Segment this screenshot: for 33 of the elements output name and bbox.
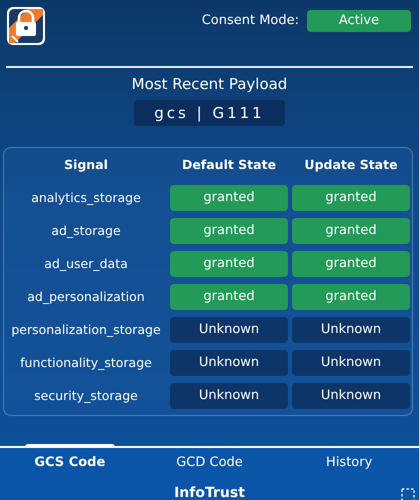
column-header: Default State — [180, 156, 278, 174]
state-cell: Unknown — [170, 317, 288, 343]
state-cell: Unknown — [292, 350, 410, 376]
signal-name: security_storage — [33, 386, 139, 405]
brand-logo: InfoTrust — [174, 484, 245, 500]
state-cell: granted — [292, 218, 410, 244]
state-cell: Unknown — [292, 383, 410, 409]
signal-name: personalization_storage — [10, 320, 162, 339]
signal-name: analytics_storage — [30, 188, 142, 207]
payload-code: gcs | G111 — [134, 100, 285, 126]
tab[interactable]: History — [279, 448, 419, 478]
state-cell: granted — [170, 251, 288, 277]
payload-title: Most Recent Payload — [132, 74, 288, 95]
state-cell: Unknown — [292, 317, 410, 343]
state-cell: Unknown — [170, 350, 288, 376]
signal-name: functionality_storage — [19, 354, 153, 372]
state-cell: granted — [170, 284, 288, 310]
state-cell: Unknown — [170, 383, 288, 409]
signal-name: ad_user_data — [43, 254, 129, 273]
consent-mode-label: Consent Mode: — [202, 12, 299, 30]
tab[interactable]: GCD Code — [140, 448, 280, 478]
state-cell: granted — [292, 284, 410, 310]
state-cell: granted — [292, 251, 410, 277]
state-cell: granted — [170, 218, 288, 244]
state-cell: granted — [170, 185, 288, 211]
state-cell: granted — [292, 185, 410, 211]
column-header: Update State — [303, 156, 399, 174]
lock-logo-icon — [6, 6, 46, 46]
status-badge: Active — [307, 10, 411, 32]
signal-name: ad_personalization — [26, 288, 146, 306]
signal-name: ad_storage — [50, 222, 122, 240]
expand-icon[interactable] — [401, 488, 415, 500]
column-header: Signal — [63, 156, 109, 174]
